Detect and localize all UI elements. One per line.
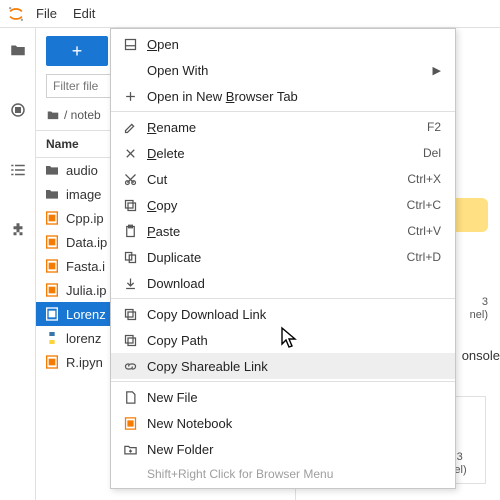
menu-item-copy-download-link[interactable]: Copy Download Link [111,301,455,327]
menu-item-new-file[interactable]: New File [111,384,455,410]
menu-item-label: Open in New Browser Tab [147,89,441,104]
folder-icon[interactable] [8,40,28,60]
file-name: image [66,187,101,202]
menu-item-paste[interactable]: PasteCtrl+V [111,218,455,244]
chevron-right-icon: ▶ [433,64,441,77]
download-icon [121,274,139,292]
file-name: R.ipyn [66,355,103,370]
menu-item-copy[interactable]: CopyCtrl+C [111,192,455,218]
menubar: File Edit [0,0,500,28]
menu-file[interactable]: File [28,2,65,25]
notebook-icon [121,414,139,432]
context-menu: Open Open With▶ Open in New Browser Tab Ren… [110,28,456,489]
notebook-icon [44,210,60,226]
menu-item-label: Copy Shareable Link [147,359,441,374]
file-icon [121,388,139,406]
menu-item-shortcut: Ctrl+C [407,198,441,212]
menu-item-open-in-new-browser-tab[interactable]: Open in New Browser Tab [111,83,455,109]
menu-item-delete[interactable]: DeleteDel [111,140,455,166]
menu-item-label: Rename [147,120,427,135]
paste-icon [121,222,139,240]
activity-bar [0,28,36,500]
menu-item-label: New Folder [147,442,441,457]
menu-item-shortcut: Ctrl+V [407,224,441,238]
menu-item-shortcut: Ctrl+D [407,250,441,264]
file-name: Fasta.i [66,259,105,274]
file-name: Julia.ip [66,283,106,298]
copy-icon [121,305,139,323]
folder-icon [44,162,60,178]
menu-item-shortcut: Ctrl+X [407,172,441,186]
menu-item-open[interactable]: Open [111,31,455,57]
folder-icon [46,108,60,122]
folder-icon [44,186,60,202]
copy-icon [121,331,139,349]
column-name[interactable]: Name [36,131,89,157]
blank-icon [121,61,139,79]
new-launcher-button[interactable]: + [46,36,108,66]
link-icon [121,357,139,375]
notebook-icon [44,234,60,250]
open-icon [121,35,139,53]
notebook-icon [44,354,60,370]
file-name: Lorenz [66,307,106,322]
breadcrumb-path: / noteb [64,108,101,122]
menu-edit[interactable]: Edit [65,2,103,25]
menu-item-rename[interactable]: RenameF2 [111,114,455,140]
menu-item-copy-path[interactable]: Copy Path [111,327,455,353]
menu-item-label: Download [147,276,441,291]
file-name: lorenz [66,331,101,346]
menu-item-new-notebook[interactable]: New Notebook [111,410,455,436]
menu-item-label: Duplicate [147,250,407,265]
duplicate-icon [121,248,139,266]
toc-icon[interactable] [8,160,28,180]
python-icon [44,330,60,346]
menu-separator [111,111,455,112]
menu-separator [111,298,455,299]
menu-item-label: Open [147,37,441,52]
menu-separator [111,381,455,382]
file-name: audio [66,163,98,178]
menu-item-label: Open With [147,63,433,78]
menu-item-shortcut: Del [423,146,441,160]
menu-item-label: New File [147,390,441,405]
menu-item-shortcut: F2 [427,120,441,134]
file-name: Data.ip [66,235,107,250]
menu-item-label: Delete [147,146,423,161]
menu-hint: Shift+Right Click for Browser Menu [111,462,455,486]
file-name: Cpp.ip [66,211,104,226]
jupyter-logo-icon [4,2,28,26]
menu-item-copy-shareable-link[interactable]: Copy Shareable Link [111,353,455,379]
menu-item-label: Cut [147,172,407,187]
menu-item-label: Copy [147,198,407,213]
kernel-badge-label: 3nel) [470,296,488,322]
rename-icon [121,118,139,136]
launcher-section-console: onsole [462,348,500,363]
notebook-icon [44,258,60,274]
folder-plus-icon [121,440,139,458]
menu-item-label: Paste [147,224,407,239]
menu-item-new-folder[interactable]: New Folder [111,436,455,462]
notebook-icon [44,306,60,322]
extensions-icon[interactable] [8,220,28,240]
menu-item-label: New Notebook [147,416,441,431]
delete-icon [121,144,139,162]
menu-item-label: Copy Path [147,333,441,348]
cut-icon [121,170,139,188]
menu-item-open-with[interactable]: Open With▶ [111,57,455,83]
plus-icon [121,87,139,105]
notebook-icon [44,282,60,298]
menu-item-duplicate[interactable]: DuplicateCtrl+D [111,244,455,270]
copy-icon [121,196,139,214]
menu-item-cut[interactable]: CutCtrl+X [111,166,455,192]
menu-item-download[interactable]: Download [111,270,455,296]
running-icon[interactable] [8,100,28,120]
menu-item-label: Copy Download Link [147,307,441,322]
